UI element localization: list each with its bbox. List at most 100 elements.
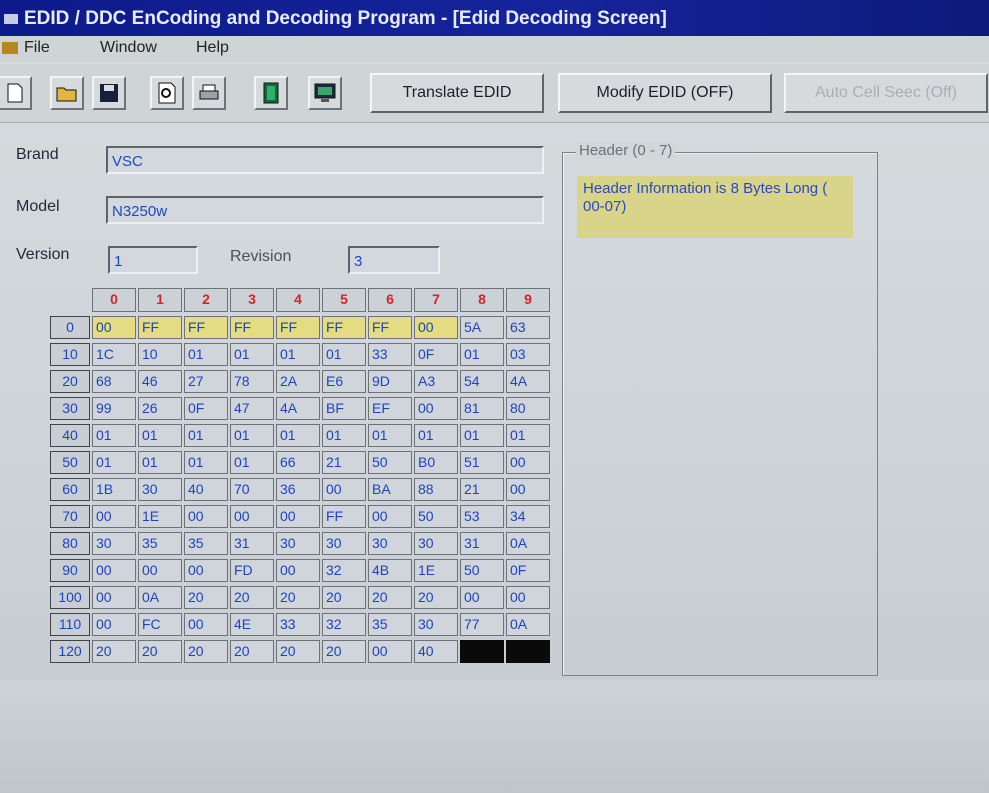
hex-byte-cell[interactable]: 40 — [414, 640, 458, 663]
hex-byte-cell[interactable]: 00 — [368, 505, 412, 528]
hex-byte-cell[interactable]: 00 — [230, 505, 274, 528]
hex-byte-cell[interactable]: 00 — [460, 586, 504, 609]
hex-byte-cell[interactable]: 35 — [138, 532, 182, 555]
hex-byte-cell[interactable]: 00 — [368, 640, 412, 663]
hex-byte-cell[interactable]: 20 — [276, 586, 320, 609]
hex-byte-cell[interactable]: 0A — [506, 532, 550, 555]
hex-byte-cell[interactable]: FF — [230, 316, 274, 339]
hex-byte-cell[interactable]: FF — [322, 505, 366, 528]
hex-byte-cell[interactable]: 20 — [368, 586, 412, 609]
hex-byte-cell[interactable]: FF — [138, 316, 182, 339]
hex-byte-cell[interactable]: A3 — [414, 370, 458, 393]
hex-byte-cell[interactable]: 01 — [506, 424, 550, 447]
edid-chip-icon[interactable] — [254, 76, 288, 110]
hex-byte-cell[interactable]: 00 — [138, 559, 182, 582]
hex-byte-cell[interactable]: 00 — [506, 451, 550, 474]
hex-byte-cell[interactable]: 31 — [230, 532, 274, 555]
hex-byte-cell[interactable]: 30 — [138, 478, 182, 501]
hex-byte-cell[interactable]: 01 — [184, 424, 228, 447]
hex-byte-cell[interactable]: 9D — [368, 370, 412, 393]
print-icon[interactable] — [192, 76, 226, 110]
hex-byte-cell[interactable]: 4E — [230, 613, 274, 636]
hex-byte-cell[interactable]: 63 — [506, 316, 550, 339]
hex-byte-cell[interactable]: 66 — [276, 451, 320, 474]
menu-file[interactable]: File — [24, 39, 50, 57]
hex-byte-cell[interactable]: 00 — [276, 559, 320, 582]
translate-edid-button[interactable]: Translate EDID — [370, 73, 544, 113]
version-field[interactable]: 1 — [108, 246, 198, 274]
hex-byte-cell[interactable]: 50 — [368, 451, 412, 474]
hex-byte-cell[interactable]: 2A — [276, 370, 320, 393]
hex-byte-cell[interactable]: 54 — [460, 370, 504, 393]
hex-byte-cell[interactable]: 36 — [276, 478, 320, 501]
hex-byte-cell[interactable]: 00 — [184, 613, 228, 636]
hex-byte-cell[interactable]: FC — [138, 613, 182, 636]
hex-byte-cell[interactable]: 5A — [460, 316, 504, 339]
hex-byte-cell[interactable]: 99 — [92, 397, 136, 420]
hex-byte-cell[interactable]: 00 — [92, 613, 136, 636]
hex-byte-cell[interactable]: 01 — [92, 424, 136, 447]
hex-byte-cell[interactable]: 01 — [322, 424, 366, 447]
hex-byte-cell[interactable]: 01 — [184, 451, 228, 474]
hex-byte-cell[interactable]: 20 — [138, 640, 182, 663]
new-document-icon[interactable] — [0, 76, 32, 110]
hex-byte-cell[interactable]: 01 — [276, 424, 320, 447]
hex-byte-cell[interactable]: 01 — [368, 424, 412, 447]
hex-byte-cell[interactable]: 10 — [138, 343, 182, 366]
hex-byte-cell[interactable]: 1B — [92, 478, 136, 501]
hex-byte-cell[interactable]: 0F — [414, 343, 458, 366]
hex-byte-cell[interactable]: 88 — [414, 478, 458, 501]
hex-byte-cell[interactable]: BF — [322, 397, 366, 420]
hex-byte-cell[interactable]: 1E — [414, 559, 458, 582]
hex-byte-cell[interactable]: 01 — [230, 343, 274, 366]
hex-byte-cell[interactable]: B0 — [414, 451, 458, 474]
hex-byte-cell[interactable]: 34 — [506, 505, 550, 528]
hex-byte-cell[interactable]: 00 — [276, 505, 320, 528]
hex-byte-cell[interactable]: 26 — [138, 397, 182, 420]
hex-byte-cell[interactable]: 30 — [414, 532, 458, 555]
hex-byte-cell[interactable]: 50 — [460, 559, 504, 582]
hex-byte-cell[interactable]: 01 — [138, 451, 182, 474]
hex-byte-cell[interactable]: FF — [276, 316, 320, 339]
app-icon[interactable] — [2, 42, 18, 54]
hex-byte-cell[interactable]: 78 — [230, 370, 274, 393]
hex-byte-cell[interactable]: 01 — [322, 343, 366, 366]
brand-field[interactable]: VSC — [106, 146, 544, 174]
hex-byte-cell[interactable]: 4A — [276, 397, 320, 420]
monitor-icon[interactable] — [308, 76, 342, 110]
hex-byte-cell[interactable]: 20 — [276, 640, 320, 663]
hex-byte-cell[interactable]: 0F — [506, 559, 550, 582]
hex-byte-cell[interactable]: 00 — [184, 505, 228, 528]
open-folder-icon[interactable] — [50, 76, 84, 110]
hex-byte-cell[interactable]: 33 — [368, 343, 412, 366]
hex-byte-cell[interactable]: 0F — [184, 397, 228, 420]
hex-byte-cell[interactable]: 33 — [276, 613, 320, 636]
save-disk-icon[interactable] — [92, 76, 126, 110]
hex-byte-cell[interactable]: 00 — [414, 316, 458, 339]
menu-help[interactable]: Help — [196, 39, 229, 57]
hex-byte-cell[interactable]: 32 — [322, 559, 366, 582]
hex-byte-cell[interactable]: 00 — [506, 586, 550, 609]
hex-byte-cell[interactable]: 4B — [368, 559, 412, 582]
hex-byte-cell[interactable]: 20 — [414, 586, 458, 609]
hex-byte-cell[interactable]: 31 — [460, 532, 504, 555]
hex-byte-cell[interactable]: 0A — [138, 586, 182, 609]
hex-byte-cell[interactable]: 40 — [184, 478, 228, 501]
hex-byte-cell[interactable]: 00 — [414, 397, 458, 420]
hex-byte-cell[interactable]: 30 — [276, 532, 320, 555]
menu-window[interactable]: Window — [100, 39, 157, 57]
hex-byte-cell[interactable]: 35 — [368, 613, 412, 636]
hex-byte-cell[interactable]: 21 — [322, 451, 366, 474]
hex-byte-cell[interactable]: EF — [368, 397, 412, 420]
hex-byte-cell[interactable]: 80 — [506, 397, 550, 420]
hex-byte-cell[interactable]: 20 — [322, 586, 366, 609]
hex-byte-cell[interactable]: 20 — [230, 586, 274, 609]
hex-byte-cell[interactable]: 46 — [138, 370, 182, 393]
hex-byte-cell[interactable]: 47 — [230, 397, 274, 420]
hex-byte-cell[interactable]: 32 — [322, 613, 366, 636]
hex-byte-cell[interactable]: FF — [368, 316, 412, 339]
hex-byte-cell[interactable]: 20 — [184, 640, 228, 663]
hex-byte-cell[interactable]: 51 — [460, 451, 504, 474]
hex-byte-cell[interactable]: 01 — [92, 451, 136, 474]
hex-byte-cell[interactable]: 00 — [322, 478, 366, 501]
